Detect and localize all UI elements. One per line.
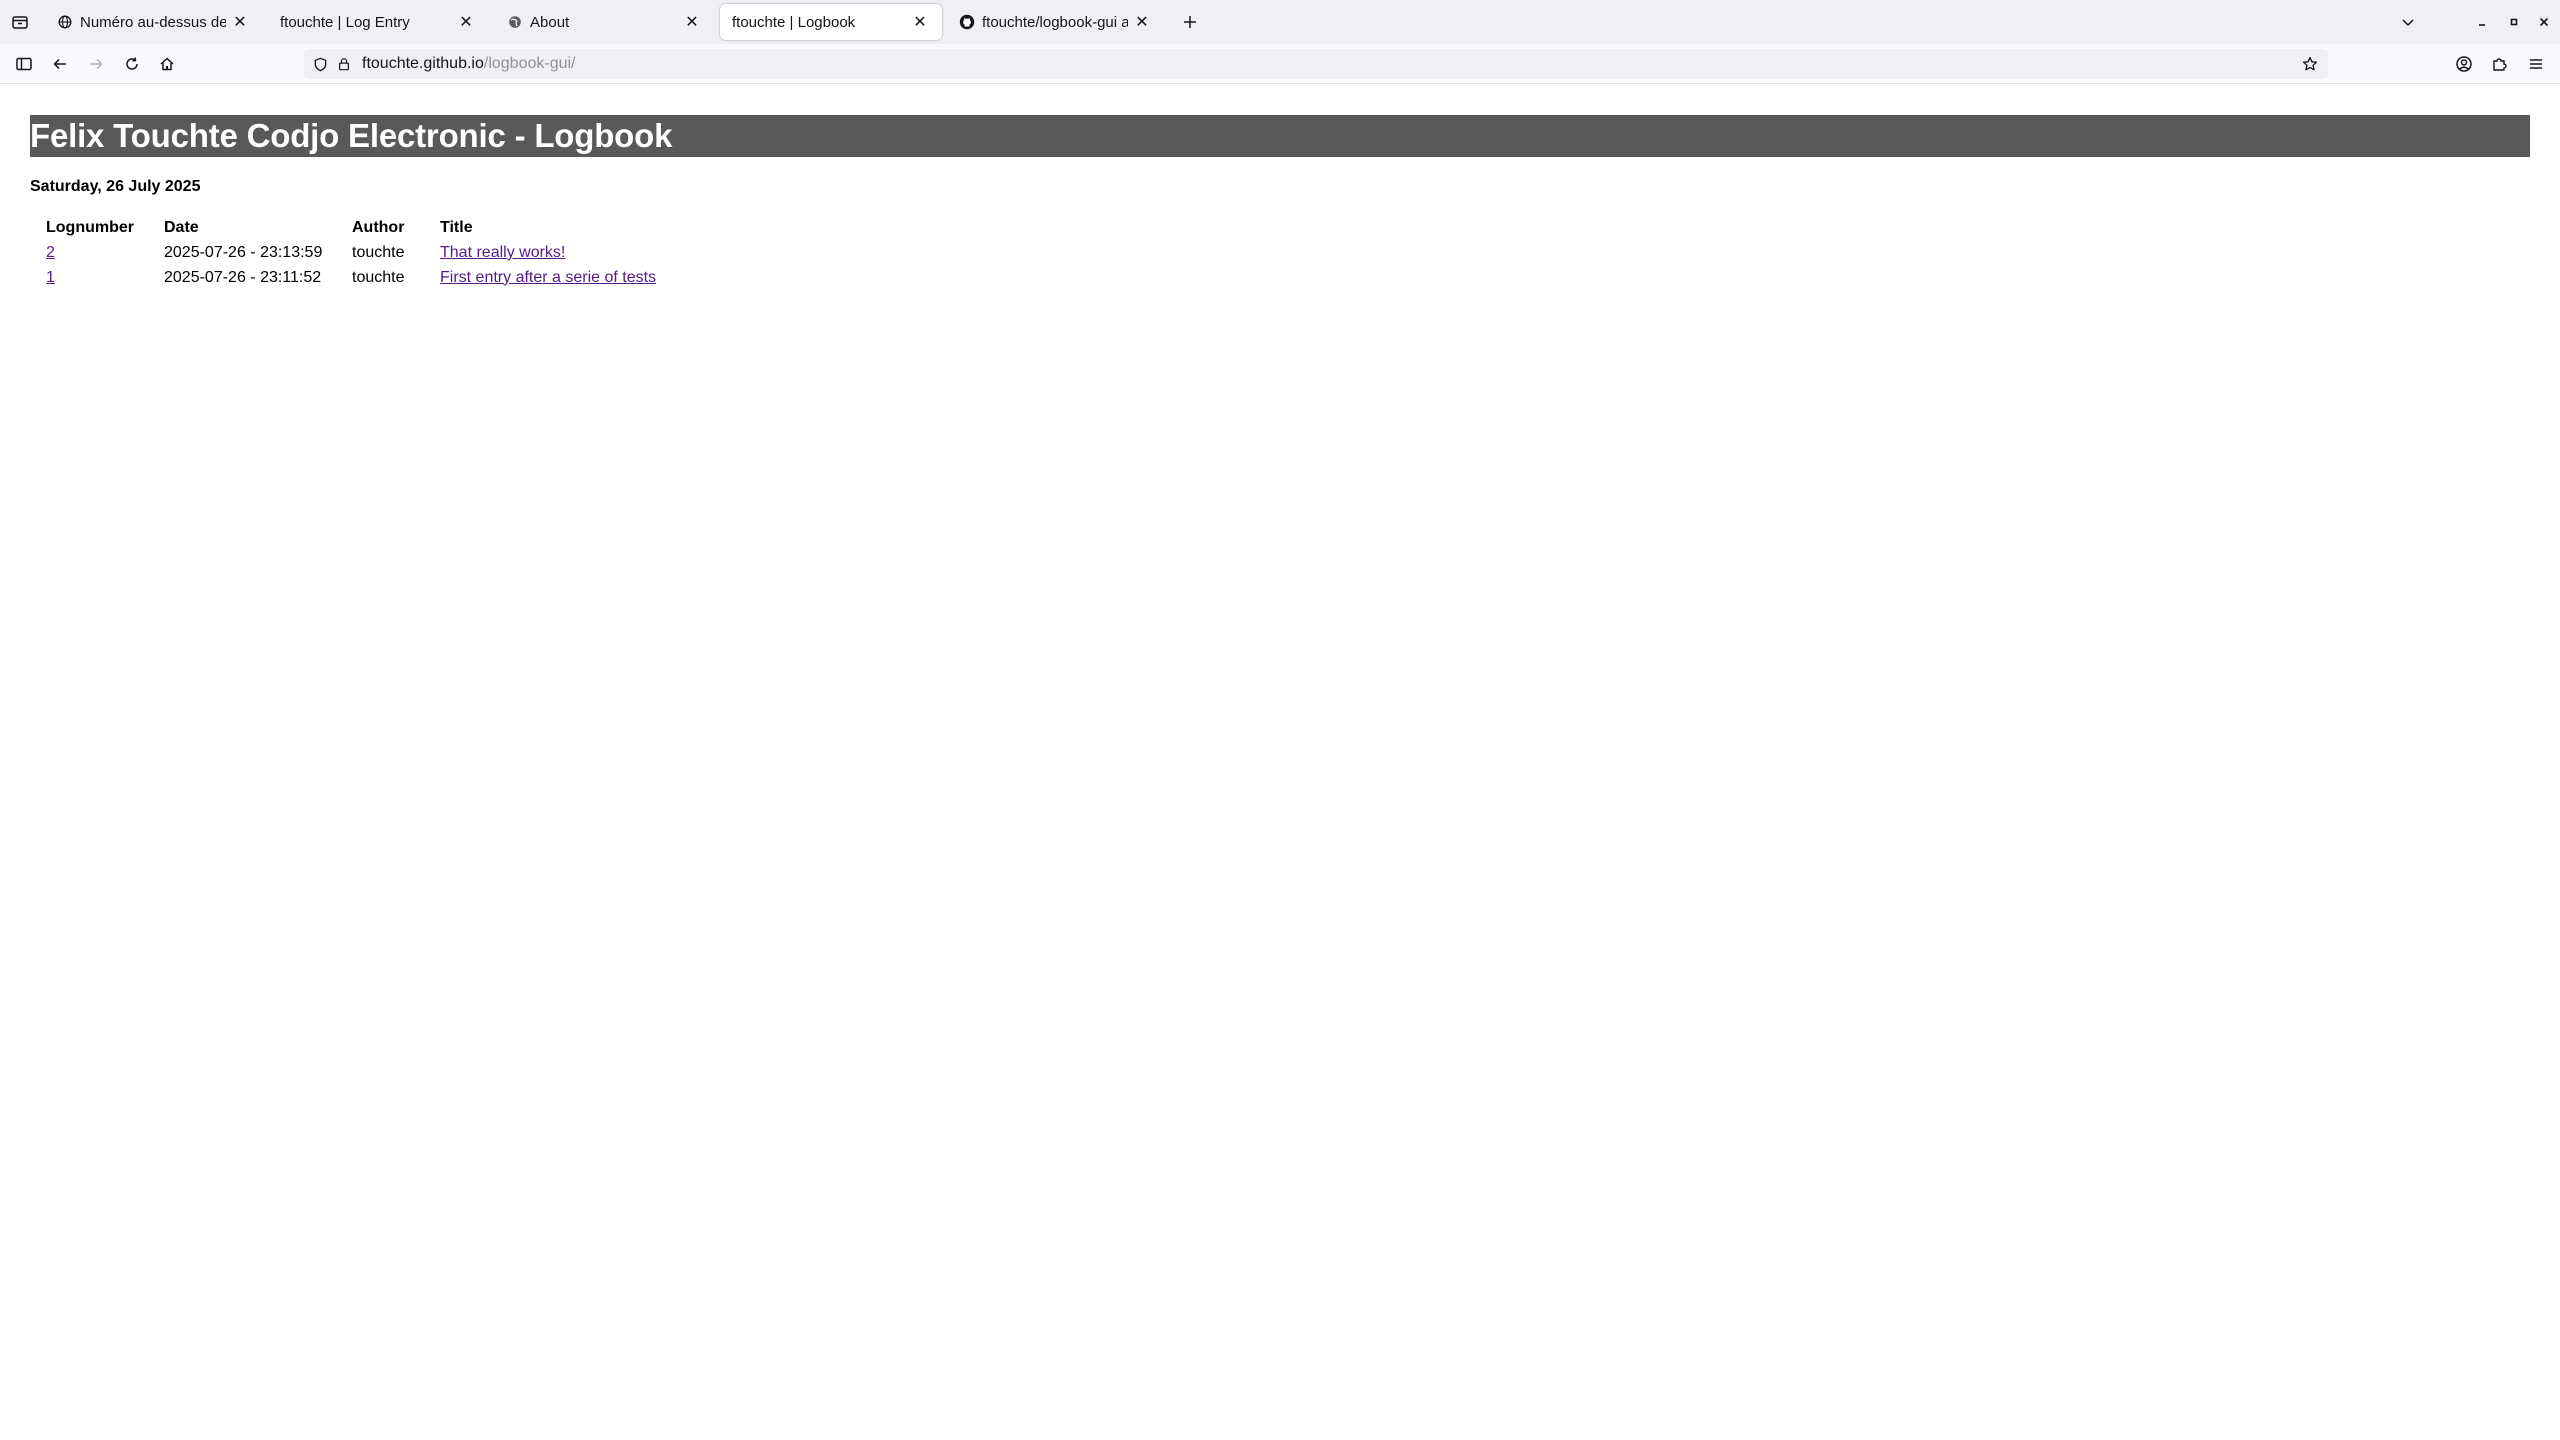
minimize-icon (2479, 24, 2485, 26)
close-icon[interactable]: ✕ (910, 12, 930, 32)
account-button[interactable] (2452, 52, 2476, 76)
app-menu-button[interactable] (2524, 52, 2548, 76)
lognumber-link[interactable]: 2 (46, 244, 55, 261)
close-icon[interactable]: ✕ (230, 12, 250, 32)
forward-button[interactable] (84, 52, 108, 76)
lock-icon[interactable] (334, 54, 354, 74)
close-icon (2539, 17, 2549, 27)
table-header-row: Lognumber Date Author Title (46, 215, 740, 240)
tab-numero[interactable]: Numéro au-dessus de l'im ✕ (44, 4, 262, 40)
navigation-toolbar: ftouchte.github.io/logbook-gui/ (0, 44, 2560, 84)
column-header-date: Date (164, 218, 199, 236)
back-button[interactable] (48, 52, 72, 76)
hamburger-menu-icon (2530, 59, 2542, 69)
tab-title: ftouchte | Log Entry (280, 13, 410, 31)
minimize-button[interactable] (2470, 10, 2494, 34)
tab-title: ftouchte | Logbook (732, 13, 856, 31)
plus-icon (1184, 16, 1196, 28)
list-all-tabs-button[interactable] (2396, 10, 2420, 34)
column-header-title: Title (440, 218, 473, 236)
chevron-down-icon (2402, 19, 2414, 27)
github-icon (958, 13, 976, 31)
tab-title: Numéro au-dessus de l'im (80, 13, 226, 31)
home-icon (160, 57, 174, 71)
table-row: 2 2025-07-26 - 23:13:59 touchte That rea… (46, 240, 740, 265)
puzzle-icon (2493, 58, 2507, 71)
tab-title: About (530, 13, 570, 31)
tab-log-entry[interactable]: ftouchte | Log Entry ✕ (268, 4, 488, 40)
lognumber-cell: 2 (46, 240, 164, 265)
author-cell: touchte (352, 268, 405, 286)
page-header: Felix Touchte Codjo Electronic - Logbook (30, 115, 2530, 157)
column-header-lognumber: Lognumber (46, 218, 134, 236)
account-icon (2456, 56, 2472, 72)
sidebar-toggle-button[interactable] (12, 52, 36, 76)
date-cell: 2025-07-26 - 23:11:52 (164, 268, 322, 286)
arrow-right-icon (90, 58, 103, 70)
new-tab-button[interactable] (1178, 10, 1202, 34)
date-cell: 2025-07-26 - 23:13:59 (164, 243, 323, 261)
page-content: Felix Touchte Codjo Electronic - Logbook… (0, 85, 2560, 1440)
entry-title-link[interactable]: That really works! (440, 244, 565, 261)
tab-logbook[interactable]: ftouchte | Logbook ✕ (720, 4, 942, 40)
reload-icon (126, 57, 138, 70)
url-host: ftouchte.github.io (362, 55, 484, 72)
arrow-left-icon (53, 58, 66, 70)
close-icon[interactable]: ✕ (1132, 12, 1152, 32)
window-close-button[interactable] (2532, 10, 2556, 34)
reload-button[interactable] (120, 52, 144, 76)
globe-icon (56, 13, 74, 31)
logbook-table: Lognumber Date Author Title 2 2025-07-26… (46, 215, 740, 290)
close-icon[interactable]: ✕ (682, 12, 702, 32)
home-button[interactable] (155, 52, 179, 76)
bookmark-star-button[interactable] (2298, 52, 2322, 76)
page-title: Felix Touchte Codjo Electronic - Logbook (30, 117, 673, 154)
maximize-button[interactable] (2502, 10, 2526, 34)
sidebar-icon (16, 57, 32, 71)
star-icon (2302, 56, 2318, 71)
tab-groups-button[interactable] (0, 0, 40, 44)
url-bar[interactable]: ftouchte.github.io/logbook-gui/ (304, 49, 2328, 79)
maximize-icon (2510, 18, 2518, 26)
url-text[interactable]: ftouchte.github.io/logbook-gui/ (362, 55, 576, 73)
tab-github[interactable]: ftouchte/logbook-gui at g ✕ (946, 4, 1164, 40)
tab-strip: Numéro au-dessus de l'im ✕ ftouchte | Lo… (0, 0, 2560, 44)
lognumber-cell: 1 (46, 265, 164, 290)
close-icon[interactable]: ✕ (456, 12, 476, 32)
tab-title: ftouchte/logbook-gui at g (982, 13, 1128, 31)
tab-about[interactable]: About ✕ (494, 4, 714, 40)
date-heading: Saturday, 26 July 2025 (30, 178, 201, 195)
column-header-author: Author (352, 218, 405, 236)
title-cell: That really works! (440, 240, 740, 265)
tracking-protection-icon[interactable] (310, 54, 330, 74)
author-cell: touchte (352, 243, 405, 261)
url-path: /logbook-gui/ (483, 55, 576, 72)
lognumber-link[interactable]: 1 (46, 269, 55, 286)
table-row: 1 2025-07-26 - 23:11:52 touchte First en… (46, 265, 740, 290)
tab-list-icon (12, 16, 28, 29)
title-cell: First entry after a serie of tests (440, 265, 740, 290)
globe-icon (506, 13, 524, 31)
entry-title-link[interactable]: First entry after a serie of tests (440, 269, 656, 286)
extensions-button[interactable] (2488, 52, 2512, 76)
